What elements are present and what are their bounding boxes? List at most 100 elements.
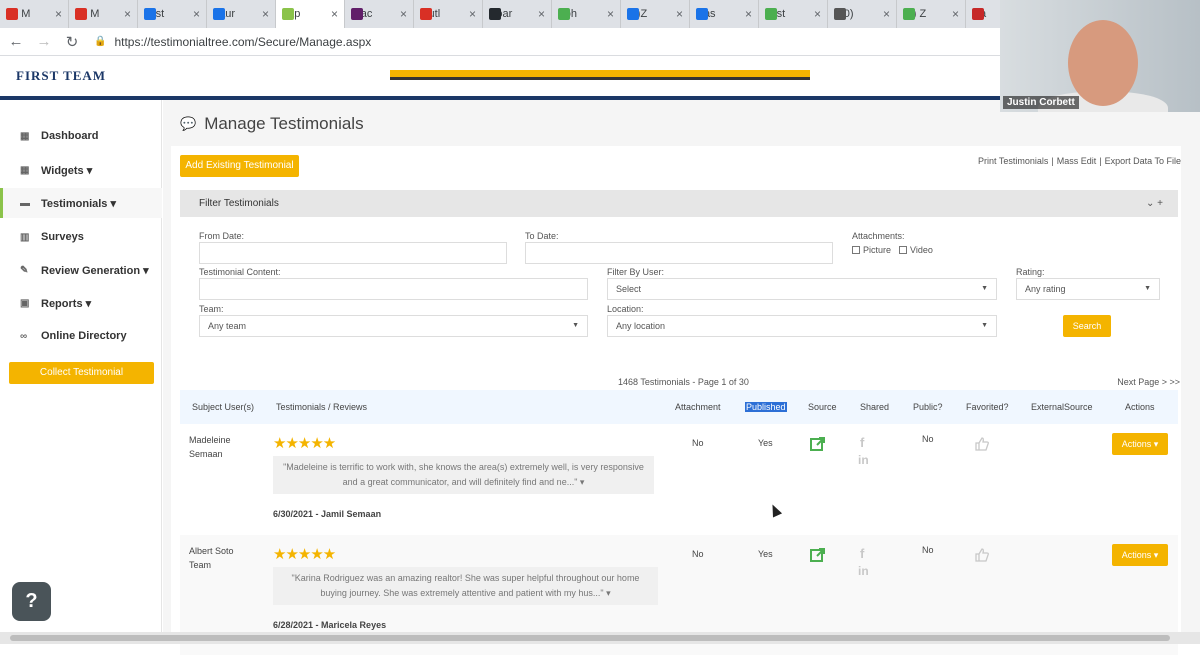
video-checkbox[interactable]: Video xyxy=(899,245,933,255)
reload-icon[interactable]: ↻ xyxy=(60,33,84,51)
public-value: No xyxy=(922,434,934,444)
browser-tab[interactable]: Test× xyxy=(138,0,207,28)
close-icon[interactable]: × xyxy=(262,7,269,21)
external-link-icon[interactable] xyxy=(810,547,826,563)
col-testimonials[interactable]: Testimonials / Reviews xyxy=(276,402,367,412)
browser-tab[interactable]: Zoh× xyxy=(552,0,621,28)
team-select[interactable]: Any team ▼ xyxy=(199,315,588,337)
close-icon[interactable]: × xyxy=(331,7,338,21)
external-link-icon[interactable] xyxy=(810,436,826,452)
close-icon[interactable]: × xyxy=(124,7,131,21)
location-select-value: Any location xyxy=(616,321,666,331)
linkedin-icon[interactable]: in xyxy=(858,564,869,578)
col-favorited[interactable]: Favorited? xyxy=(966,402,1009,412)
edit-icon: ✎ xyxy=(20,265,29,276)
facebook-icon[interactable]: f xyxy=(860,547,864,561)
export-data-link[interactable]: Export Data To File xyxy=(1105,156,1181,166)
picture-checkbox[interactable]: Picture xyxy=(852,245,891,255)
col-source[interactable]: Source xyxy=(808,402,837,412)
close-icon[interactable]: × xyxy=(883,7,890,21)
browser-tab[interactable]: Laur× xyxy=(207,0,276,28)
sidebar-item-online-directory[interactable]: ∞ Online Directory xyxy=(0,321,162,351)
close-icon[interactable]: × xyxy=(193,7,200,21)
team-label: Team: xyxy=(199,304,224,314)
close-icon[interactable]: × xyxy=(607,7,614,21)
browser-tab[interactable]: Das× xyxy=(690,0,759,28)
thumbs-up-icon[interactable] xyxy=(974,547,990,563)
webcam-person-head xyxy=(1068,20,1138,106)
expand-icon[interactable]: ⌄ + xyxy=(1146,190,1163,217)
surveys-icon: ▥ xyxy=(20,232,30,243)
to-date-input[interactable] xyxy=(525,242,833,264)
browser-tab[interactable]: (20)× xyxy=(828,0,897,28)
page-info: 1468 Testimonials - Page 1 of 30 xyxy=(618,377,749,387)
col-actions[interactable]: Actions xyxy=(1125,402,1155,412)
sidebar-item-label: Widgets ▾ xyxy=(41,164,93,177)
forward-icon[interactable]: → xyxy=(32,33,56,50)
from-date-input[interactable] xyxy=(199,242,507,264)
browser-tab[interactable]: (5) Z× xyxy=(897,0,966,28)
sidebar-item-label: Online Directory xyxy=(41,330,127,342)
rating-label: Rating: xyxy=(1016,267,1045,277)
sidebar-item-widgets[interactable]: ▦ Widgets ▾ xyxy=(0,155,162,185)
browser-tab[interactable]: Boar× xyxy=(483,0,552,28)
back-icon[interactable]: ← xyxy=(4,33,28,50)
collect-testimonial-button[interactable]: Collect Testimonial xyxy=(9,362,154,384)
browser-tab[interactable]: All M × xyxy=(0,0,69,28)
browser-tab[interactable]: Outl× xyxy=(414,0,483,28)
add-existing-testimonial-button[interactable]: Add Existing Testimonial xyxy=(180,155,299,177)
print-testimonials-link[interactable]: Print Testimonials xyxy=(978,156,1048,166)
address-bar[interactable]: 🔒 https://testimonialtree.com/Secure/Man… xyxy=(94,35,371,49)
location-select[interactable]: Any location ▼ xyxy=(607,315,997,337)
col-attachment[interactable]: Attachment xyxy=(675,402,721,412)
facebook-icon[interactable]: f xyxy=(860,436,864,450)
sidebar-item-label: Review Generation ▾ xyxy=(41,264,149,277)
sidebar-item-label: Dashboard xyxy=(41,130,99,142)
browser-tab[interactable]: All M × xyxy=(69,0,138,28)
close-icon[interactable]: × xyxy=(400,7,407,21)
horizontal-scrollbar[interactable] xyxy=(0,632,1200,644)
comment-icon: ▬ xyxy=(20,198,30,209)
close-icon[interactable]: × xyxy=(814,7,821,21)
content-input[interactable] xyxy=(199,278,588,300)
browser-tab[interactable]: (2)Z× xyxy=(621,0,690,28)
sidebar-item-surveys[interactable]: ▥ Surveys xyxy=(0,222,162,252)
close-icon[interactable]: × xyxy=(676,7,683,21)
sidebar: ▦ Dashboard ▦ Widgets ▾ ▬ Testimonials ▾ ▥ Surv… xyxy=(0,100,162,644)
col-published[interactable]: Published xyxy=(745,402,787,412)
browser-tab[interactable]: Slac× xyxy=(345,0,414,28)
col-external-source[interactable]: ExternalSource xyxy=(1031,402,1093,412)
rating-select-value: Any rating xyxy=(1025,284,1066,294)
sidebar-item-review-generation[interactable]: ✎ Review Generation ▾ xyxy=(0,255,162,285)
browser-tab[interactable]: Test× xyxy=(759,0,828,28)
sidebar-item-testimonials[interactable]: ▬ Testimonials ▾ xyxy=(0,188,162,218)
browser-tab[interactable]: http× xyxy=(276,0,345,28)
caret-down-icon: ▼ xyxy=(981,322,988,329)
filter-bar[interactable]: Filter Testimonials ⌄ + xyxy=(180,190,1178,217)
testimonial-quote[interactable]: "Karina Rodriguez was an amazing realtor… xyxy=(273,567,658,605)
col-public[interactable]: Public? xyxy=(913,402,943,412)
linkedin-icon[interactable]: in xyxy=(858,453,869,467)
next-page-link[interactable]: Next Page > >> xyxy=(1117,377,1180,387)
close-icon[interactable]: × xyxy=(952,7,959,21)
testimonial-quote[interactable]: "Madeleine is terrific to work with, she… xyxy=(273,456,654,494)
rating-stars: ★★★★★ xyxy=(273,546,336,563)
search-button[interactable]: Search xyxy=(1063,315,1111,337)
thumbs-up-icon[interactable] xyxy=(974,436,990,452)
close-icon[interactable]: × xyxy=(469,7,476,21)
rating-select[interactable]: Any rating ▼ xyxy=(1016,278,1160,300)
sidebar-item-dashboard[interactable]: ▦ Dashboard xyxy=(0,121,162,151)
help-button[interactable]: ? xyxy=(12,582,51,621)
sidebar-item-reports[interactable]: ▣ Reports ▾ xyxy=(0,288,162,318)
actions-button[interactable]: Actions ▾ xyxy=(1112,433,1168,455)
user-select[interactable]: Select ▼ xyxy=(607,278,997,300)
close-icon[interactable]: × xyxy=(538,7,545,21)
actions-button[interactable]: Actions ▾ xyxy=(1112,544,1168,566)
main-content: 💬 Manage Testimonials Add Existing Testi… xyxy=(163,100,1200,655)
close-icon[interactable]: × xyxy=(745,7,752,21)
scrollbar-thumb[interactable] xyxy=(10,635,1170,641)
col-shared[interactable]: Shared xyxy=(860,402,889,412)
mass-edit-link[interactable]: Mass Edit xyxy=(1057,156,1097,166)
col-subject-users[interactable]: Subject User(s) xyxy=(192,402,254,412)
close-icon[interactable]: × xyxy=(55,7,62,21)
